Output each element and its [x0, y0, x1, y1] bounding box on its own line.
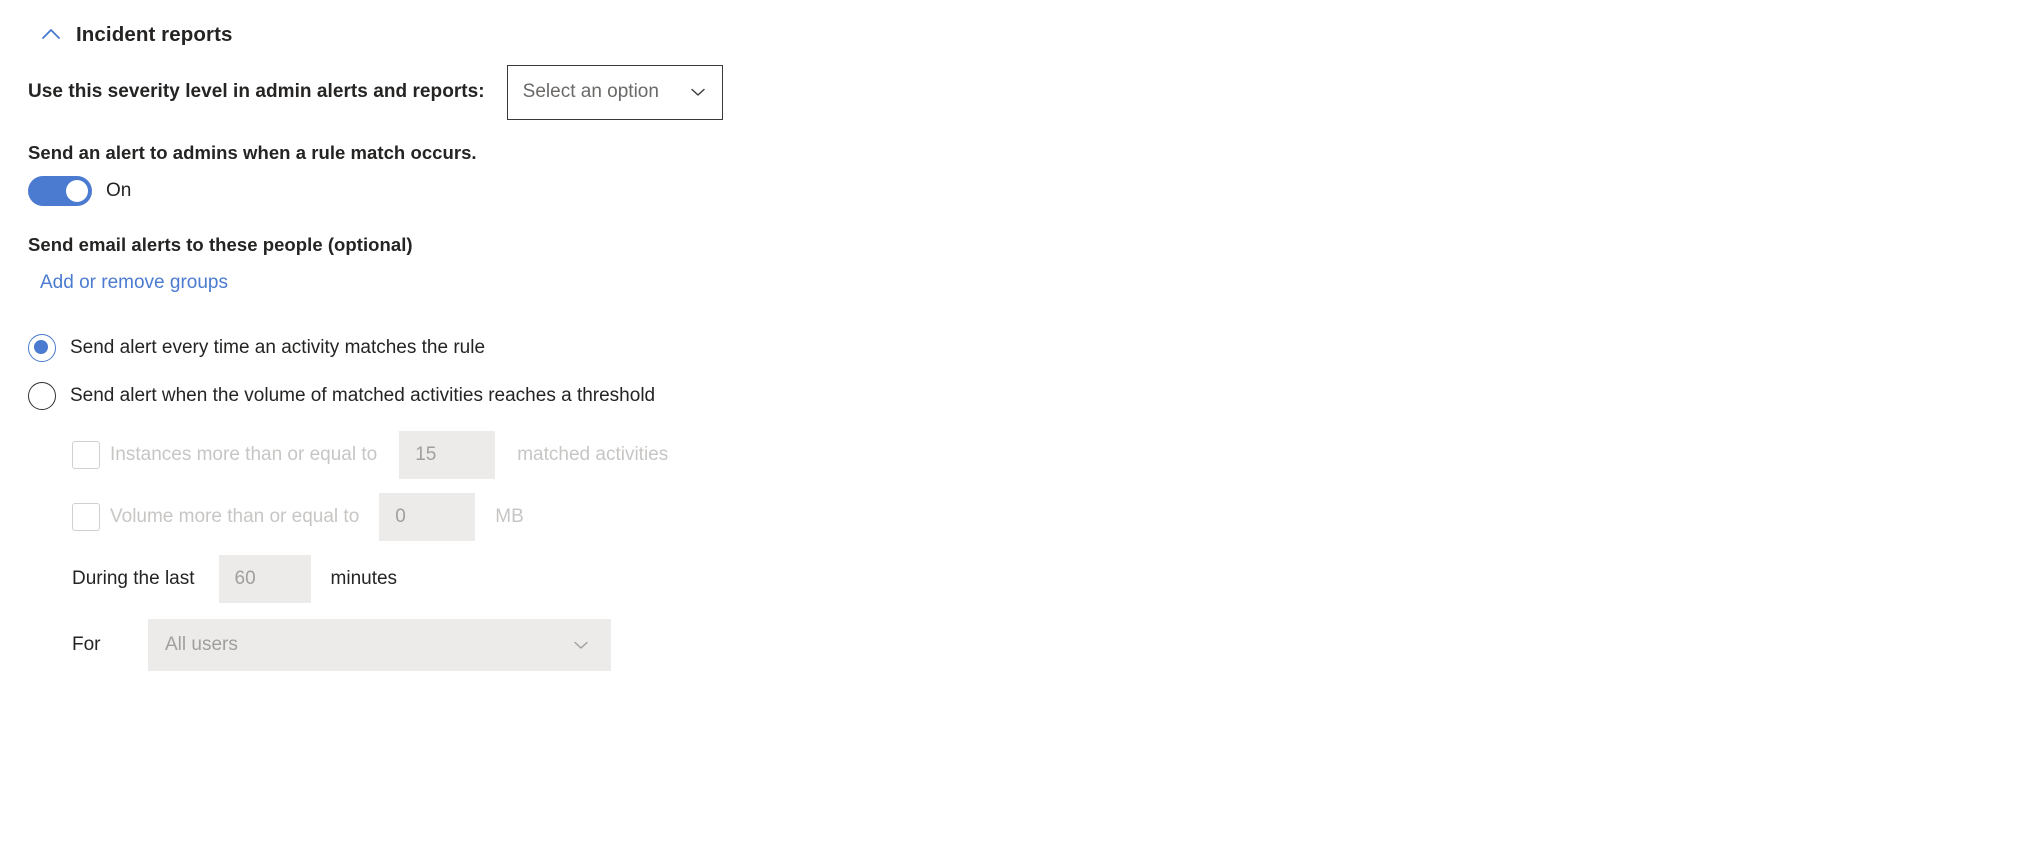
scope-label: For — [72, 634, 101, 655]
toggle-knob — [66, 180, 88, 202]
scope-row: For All users — [72, 610, 2032, 680]
radio-threshold-label: Send alert when the volume of matched ac… — [70, 385, 656, 406]
severity-label: Use this severity level in admin alerts … — [28, 81, 485, 102]
duration-value-input[interactable]: 60 — [218, 555, 311, 603]
volume-checkbox[interactable] — [72, 503, 100, 531]
admin-alert-toggle-row: On — [28, 176, 2032, 206]
instances-threshold-row: Instances more than or equal to 15 match… — [72, 424, 2032, 486]
radio-option-threshold[interactable]: Send alert when the volume of matched ac… — [28, 376, 2032, 416]
admin-alert-toggle[interactable] — [28, 176, 92, 206]
threshold-subform: Instances more than or equal to 15 match… — [72, 424, 2032, 680]
instances-suffix-label: matched activities — [517, 444, 669, 465]
admin-alert-description: Send an alert to admins when a rule matc… — [28, 142, 477, 163]
volume-threshold-row: Volume more than or equal to 0 MB — [72, 486, 2032, 548]
volume-value-input[interactable]: 0 — [379, 493, 476, 541]
volume-label: Volume more than or equal to — [110, 506, 360, 527]
chevron-down-icon — [690, 88, 705, 96]
severity-level-dropdown[interactable]: Select an option — [506, 64, 723, 120]
scope-dropdown-value: All users — [165, 634, 238, 655]
section-header[interactable]: Incident reports — [38, 18, 2032, 52]
instances-label: Instances more than or equal to — [110, 444, 378, 465]
scope-user-dropdown[interactable]: All users — [148, 619, 611, 671]
email-alerts-label: Send email alerts to these people (optio… — [28, 234, 413, 255]
alert-mode-radio-group: Send alert every time an activity matche… — [28, 328, 2032, 416]
duration-suffix-label: minutes — [330, 568, 398, 589]
radio-threshold-input[interactable] — [28, 382, 56, 410]
instances-checkbox[interactable] — [72, 441, 100, 469]
duration-prefix-label: During the last — [72, 568, 195, 589]
radio-every-time-label: Send alert every time an activity matche… — [70, 337, 486, 358]
section-title: Incident reports — [76, 23, 233, 46]
instances-value-input[interactable]: 15 — [399, 431, 496, 479]
radio-option-every-time[interactable]: Send alert every time an activity matche… — [28, 328, 2032, 368]
severity-row: Use this severity level in admin alerts … — [28, 64, 2032, 120]
chevron-down-icon — [574, 641, 588, 649]
email-alerts-link-row: Add or remove groups — [40, 272, 2032, 294]
severity-dropdown-value: Select an option — [522, 81, 659, 102]
toggle-state-label: On — [106, 180, 132, 201]
duration-row: During the last 60 minutes — [72, 548, 2032, 610]
radio-every-time-input[interactable] — [28, 334, 56, 362]
incident-reports-panel: Incident reports Use this severity level… — [0, 0, 2032, 843]
chevron-up-icon[interactable] — [38, 22, 64, 48]
add-or-remove-groups-link[interactable]: Add or remove groups — [40, 272, 228, 293]
volume-suffix-label: MB — [495, 506, 524, 527]
